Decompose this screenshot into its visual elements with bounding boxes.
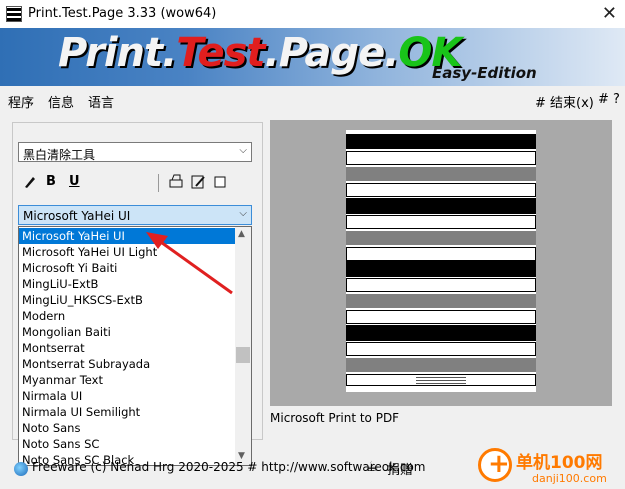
globe-icon <box>14 462 28 476</box>
print-preview <box>270 120 612 406</box>
font-list-item[interactable]: Mongolian Baiti <box>19 324 235 340</box>
font-list-item[interactable]: Noto Sans <box>19 420 235 436</box>
banner-edition: Easy-Edition <box>432 64 537 82</box>
font-list-item[interactable]: Montserrat <box>19 340 235 356</box>
menu-program[interactable]: 程序 <box>8 92 34 111</box>
preview-stripe <box>346 167 536 181</box>
font-list-item[interactable]: Montserrat Subrayada <box>19 356 235 372</box>
menu-language[interactable]: 语言 <box>88 92 114 111</box>
close-button[interactable]: ✕ <box>602 3 617 24</box>
menu-exit[interactable]: # 结束(x) <box>535 92 594 111</box>
watermark-logo-icon <box>478 448 512 482</box>
coffee-icon[interactable]: ☕ <box>366 459 379 475</box>
dropdown-scrollbar[interactable]: ▲ ▼ <box>235 227 251 465</box>
donate-link[interactable]: 捐赠 <box>387 459 413 478</box>
bold-button[interactable]: B <box>46 174 56 189</box>
font-list-item[interactable]: MingLiU-ExtB <box>19 276 235 292</box>
preview-fine-print <box>416 380 466 381</box>
chevron-down-icon: ⌵ <box>239 208 247 219</box>
preview-stripe <box>346 231 536 245</box>
underline-button[interactable]: U <box>69 174 80 189</box>
banner-part-3: .Page. <box>264 30 400 76</box>
font-select[interactable]: Microsoft YaHei UI ⌵ <box>18 205 252 225</box>
scrollbar-thumb[interactable] <box>236 347 250 363</box>
font-list-item[interactable]: Microsoft YaHei UI <box>19 228 235 244</box>
preview-stripe <box>346 247 536 261</box>
preview-stripe <box>346 198 536 214</box>
font-list-item[interactable]: Nirmala UI <box>19 388 235 404</box>
font-list-item[interactable]: Noto Sans SC <box>19 436 235 452</box>
scroll-up-icon[interactable]: ▲ <box>238 229 245 239</box>
preview-stripe <box>346 310 536 324</box>
font-list-item[interactable]: Myanmar Text <box>19 372 235 388</box>
font-select-value: Microsoft YaHei UI <box>23 209 131 223</box>
window-title: Print.Test.Page 3.33 (wow64) <box>28 6 217 21</box>
menu-help[interactable]: # ? <box>598 92 620 107</box>
preview-page <box>346 130 536 392</box>
tool-select-value: 黑白清除工具 <box>23 148 96 162</box>
banner-part-1: Print. <box>58 30 177 76</box>
font-list-item[interactable]: Microsoft Yi Baiti <box>19 260 235 276</box>
preview-stripe <box>346 325 536 341</box>
title-bar: Print.Test.Page 3.33 (wow64) ✕ <box>0 0 625 28</box>
chevron-down-icon: ⌵ <box>239 145 247 156</box>
tool-select[interactable]: 黑白清除工具 ⌵ <box>18 142 252 162</box>
preview-stripe <box>346 342 536 356</box>
banner: Print.Test.Page.OK Easy-Edition <box>0 28 625 86</box>
font-dropdown-list[interactable]: Microsoft YaHei UI Microsoft YaHei UI Li… <box>18 226 252 466</box>
banner-part-2: Test <box>176 30 265 76</box>
pen-icon[interactable] <box>22 174 38 190</box>
preview-fine-print <box>416 383 466 384</box>
font-list-item[interactable]: MingLiU_HKSCS-ExtB <box>19 292 235 308</box>
page-icon[interactable] <box>212 174 228 190</box>
preview-stripe <box>346 134 536 149</box>
font-list-item[interactable]: Microsoft YaHei UI Light <box>19 244 235 260</box>
preview-stripe <box>346 278 536 292</box>
watermark-text: 单机100网 <box>516 453 603 473</box>
menu-info[interactable]: 信息 <box>48 92 74 111</box>
font-list-item[interactable]: Modern <box>19 308 235 324</box>
preview-stripe <box>346 183 536 197</box>
edit-page-icon[interactable] <box>190 174 206 190</box>
font-list-item[interactable]: Nirmala UI Semilight <box>19 404 235 420</box>
app-icon <box>6 6 22 22</box>
print-icon[interactable] <box>168 174 184 190</box>
preview-stripe <box>346 294 536 308</box>
preview-stripe <box>346 215 536 229</box>
preview-stripe <box>346 151 536 165</box>
banner-logo: Print.Test.Page.OK <box>58 30 462 76</box>
watermark-subtext: danji100.com <box>532 472 607 485</box>
toolbar-separator <box>158 174 159 192</box>
printer-name: Microsoft Print to PDF <box>270 411 400 425</box>
preview-stripe <box>346 261 536 277</box>
preview-stripe <box>346 358 536 372</box>
preview-fine-print <box>416 377 466 378</box>
menu-bar: 程序 信息 语言 # 结束(x) # ? <box>0 88 625 111</box>
